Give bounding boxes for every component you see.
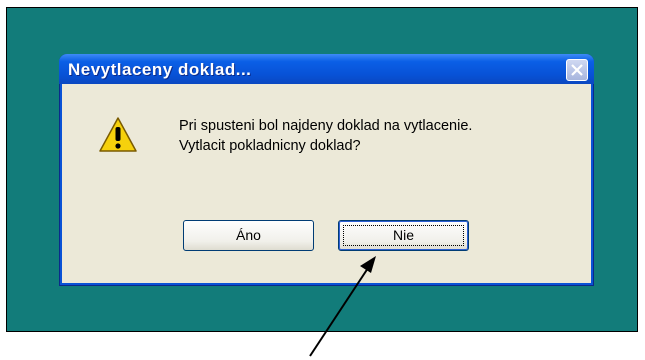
annotation-arrow-icon: [309, 256, 376, 357]
